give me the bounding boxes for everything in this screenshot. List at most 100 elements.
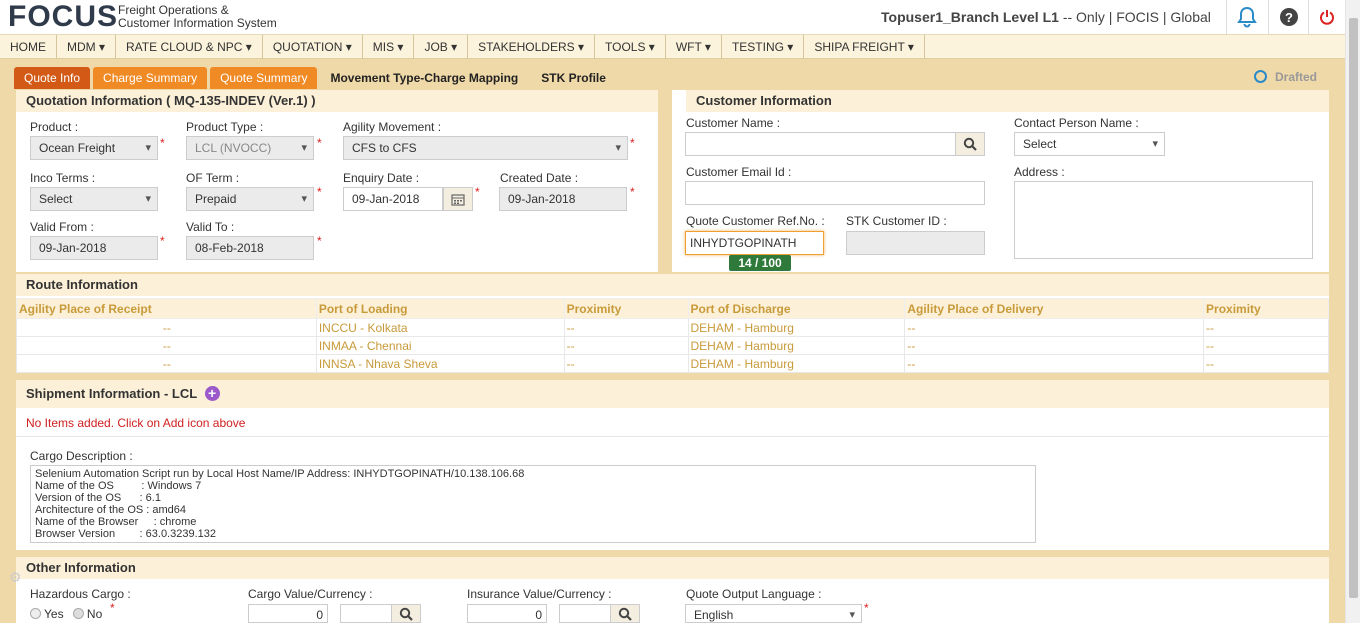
required-marker: * xyxy=(110,601,115,615)
table-row[interactable]: -- INCCU - Kolkata -- DEHAM - Hamburg --… xyxy=(16,318,1329,337)
calendar-icon[interactable] xyxy=(443,187,473,211)
nav-job[interactable]: JOB ▾ xyxy=(414,35,469,59)
bell-icon[interactable] xyxy=(1226,0,1266,34)
inco-terms-select[interactable]: Select xyxy=(30,187,158,211)
stk-customer-id-field xyxy=(846,231,985,255)
table-cell: -- xyxy=(563,318,689,337)
tab-quote-info[interactable]: Quote Info xyxy=(14,67,91,89)
tab-stk-profile[interactable]: STK Profile xyxy=(531,67,616,89)
hazardous-radio-group: Yes No xyxy=(30,607,102,621)
tab-quote-summary[interactable]: Quote Summary xyxy=(210,67,318,89)
quote-ref-input[interactable]: INHYDTGOPINATH xyxy=(685,231,824,255)
table-cell: -- xyxy=(563,336,689,355)
valid-to-label: Valid To : xyxy=(186,220,235,234)
radio-yes[interactable] xyxy=(30,608,41,619)
nav-home[interactable]: HOME xyxy=(0,35,57,59)
required-marker: * xyxy=(317,136,322,150)
product-select[interactable]: Ocean Freight xyxy=(30,136,158,160)
add-circle-icon[interactable]: + xyxy=(204,386,220,401)
column-header: Proximity xyxy=(1203,298,1329,319)
nav-mis[interactable]: MIS ▾ xyxy=(363,35,415,59)
search-icon[interactable] xyxy=(391,604,421,623)
cargo-value-input[interactable]: 0 xyxy=(248,604,328,623)
output-language-label: Quote Output Language : xyxy=(686,587,822,601)
cargo-currency-input[interactable] xyxy=(340,604,392,623)
address-textarea[interactable] xyxy=(1014,181,1313,259)
insurance-currency-input[interactable] xyxy=(559,604,611,623)
tab-movement-type-charge-mapping[interactable]: Movement Type-Charge Mapping xyxy=(320,67,528,89)
table-cell: INMAA - Chennai xyxy=(315,336,565,355)
nav-rate-cloud[interactable]: RATE CLOUD & NPC ▾ xyxy=(116,35,263,59)
other-title: Other Information xyxy=(16,557,1329,579)
char-counter-badge: 14 / 100 xyxy=(729,255,791,271)
table-cell: -- xyxy=(904,318,1205,337)
page-scrollbar[interactable] xyxy=(1345,0,1360,623)
nav-wft[interactable]: WFT ▾ xyxy=(666,35,722,59)
shipment-title: Shipment Information - LCL + xyxy=(16,380,1329,408)
table-cell: -- xyxy=(1203,318,1329,337)
required-marker: * xyxy=(160,234,165,248)
product-label: Product : xyxy=(30,120,79,134)
required-marker: * xyxy=(864,601,869,615)
cargo-description-textarea[interactable]: Selenium Automation Script run by Local … xyxy=(30,465,1036,543)
table-row[interactable]: -- INNSA - Nhava Sheva -- DEHAM - Hambur… xyxy=(16,354,1329,373)
customer-title: Customer Information xyxy=(686,90,1329,112)
valid-from-field[interactable]: 09-Jan-2018 xyxy=(30,236,158,260)
table-cell: DEHAM - Hamburg xyxy=(687,354,906,373)
customer-name-input[interactable] xyxy=(685,132,956,156)
status-text: Drafted xyxy=(1275,70,1318,84)
radio-no[interactable] xyxy=(72,608,84,619)
table-cell: -- xyxy=(16,336,317,355)
agility-movement-label: Agility Movement : xyxy=(343,120,442,134)
main-nav: HOME MDM ▾ RATE CLOUD & NPC ▾ QUOTATION … xyxy=(0,34,1345,59)
svg-text:?: ? xyxy=(1285,10,1293,25)
valid-to-field[interactable]: 08-Feb-2018 xyxy=(186,236,314,260)
user-scope: | FOCIS | Global xyxy=(1108,9,1211,25)
table-row[interactable]: -- INMAA - Chennai -- DEHAM - Hamburg --… xyxy=(16,336,1329,355)
output-language-select[interactable]: English xyxy=(685,604,862,623)
gear-icon[interactable]: ⚙ xyxy=(9,569,25,585)
no-items-message: No Items added. Click on Add icon above xyxy=(26,416,246,430)
table-cell: INNSA - Nhava Sheva xyxy=(315,354,565,373)
cargo-description-label: Cargo Description : xyxy=(30,449,133,463)
nav-shipa-freight[interactable]: SHIPA FREIGHT ▾ xyxy=(804,35,925,59)
contact-person-select[interactable]: Select xyxy=(1014,132,1165,156)
route-header-row: Agility Place of Receipt Port of Loading… xyxy=(16,298,1329,319)
required-marker: * xyxy=(630,185,635,199)
hazardous-cargo-label: Hazardous Cargo : xyxy=(30,587,131,601)
created-date-field: 09-Jan-2018 xyxy=(499,187,627,211)
nav-stakeholders[interactable]: STAKEHOLDERS ▾ xyxy=(468,35,595,59)
search-icon[interactable] xyxy=(610,604,640,623)
tab-charge-summary[interactable]: Charge Summary xyxy=(93,67,208,89)
address-label: Address : xyxy=(1014,165,1065,179)
contact-person-label: Contact Person Name : xyxy=(1014,116,1139,130)
radio-yes-label: Yes xyxy=(44,607,64,621)
scrollbar-thumb[interactable] xyxy=(1349,18,1358,598)
help-icon[interactable]: ? xyxy=(1268,0,1308,34)
quote-ref-label: Quote Customer Ref.No. : xyxy=(686,214,825,228)
of-term-select[interactable]: Prepaid xyxy=(186,187,314,211)
nav-mdm[interactable]: MDM ▾ xyxy=(57,35,117,59)
search-icon[interactable] xyxy=(955,132,985,156)
table-cell: -- xyxy=(16,318,317,337)
quotation-title: Quotation Information ( MQ-135-INDEV (Ve… xyxy=(16,90,658,112)
user-context: Topuser1_Branch Level L1 -- Only | FOCIS… xyxy=(881,9,1211,25)
table-cell: -- xyxy=(1203,354,1329,373)
nav-tools[interactable]: TOOLS ▾ xyxy=(595,35,666,59)
of-term-label: OF Term : xyxy=(186,171,240,185)
product-type-label: Product Type : xyxy=(186,120,264,134)
inco-terms-label: Inco Terms : xyxy=(30,171,96,185)
created-date-label: Created Date : xyxy=(500,171,579,185)
agility-movement-select[interactable]: CFS to CFS xyxy=(343,136,628,160)
nav-quotation[interactable]: QUOTATION ▾ xyxy=(263,35,363,59)
quote-tabs: Quote Info Charge Summary Quote Summary … xyxy=(14,67,619,89)
product-type-select[interactable]: LCL (NVOCC) xyxy=(186,136,314,160)
power-icon[interactable] xyxy=(1308,0,1345,34)
insurance-value-input[interactable]: 0 xyxy=(467,604,547,623)
insurance-value-label: Insurance Value/Currency : xyxy=(467,587,612,601)
nav-testing[interactable]: TESTING ▾ xyxy=(722,35,805,59)
tagline-line-2: Customer Information System xyxy=(118,16,277,30)
focus-logo[interactable]: FOCUS xyxy=(8,2,118,32)
enquiry-date-input[interactable]: 09-Jan-2018 xyxy=(343,187,443,211)
customer-email-input[interactable] xyxy=(685,181,985,205)
